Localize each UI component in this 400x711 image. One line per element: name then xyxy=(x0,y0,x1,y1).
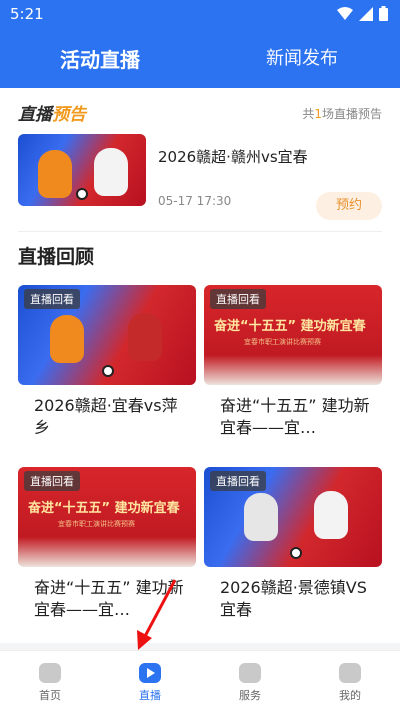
review-thumbnail: 直播回看 xyxy=(204,467,382,567)
nav-service[interactable]: 服务 xyxy=(220,663,280,703)
preview-time: 05-17 17:30 xyxy=(158,194,232,208)
preview-count: 共1场直播预告 xyxy=(302,105,382,122)
live-preview-logo: 直播 预告 xyxy=(18,100,86,125)
mascot-icon xyxy=(128,313,162,361)
tab-live[interactable]: 活动直播 xyxy=(60,44,140,73)
banner-subtext: 宜春市职工演讲比赛预赛 xyxy=(244,338,321,346)
nav-profile[interactable]: 我的 xyxy=(320,663,380,703)
top-tabs: 活动直播 新闻发布 xyxy=(0,44,400,84)
replay-badge: 直播回看 xyxy=(210,471,266,491)
review-item-title: 2026赣超·景德镇VS宜春 xyxy=(220,578,367,619)
book-button[interactable]: 预约 xyxy=(316,192,382,220)
count-suffix: 场直播预告 xyxy=(321,107,382,121)
live-play-icon xyxy=(139,663,161,683)
ball-icon xyxy=(76,188,88,200)
mascot-icon xyxy=(38,150,72,198)
replay-badge: 直播回看 xyxy=(24,289,80,309)
top-header: 5:21 活动直播 新闻发布 xyxy=(0,0,400,88)
logo-text-live: 直播 xyxy=(18,104,52,125)
review-item[interactable]: 奋进“十五五” 建功新宜春 宜春市职工演讲比赛预赛 直播回看 奋进“十五五” 建… xyxy=(204,285,382,455)
mascot-icon xyxy=(314,491,348,539)
count-prefix: 共 xyxy=(302,107,315,121)
content-card: 直播 预告 共1场直播预告 2026赣超·赣州vs宜春 05-17 17:30 … xyxy=(0,88,400,643)
mascot-icon xyxy=(244,493,278,541)
status-time: 5:21 xyxy=(10,5,44,23)
status-bar: 5:21 xyxy=(0,0,400,28)
logo-text-preview: 预告 xyxy=(52,104,86,125)
review-thumbnail: 奋进“十五五” 建功新宜春 宜春市职工演讲比赛预赛 直播回看 xyxy=(204,285,382,385)
nav-live-label: 直播 xyxy=(139,689,161,702)
nav-service-label: 服务 xyxy=(239,689,261,702)
review-item-title: 奋进“十五五” 建功新宜春——宜… xyxy=(220,396,370,437)
nav-profile-label: 我的 xyxy=(339,689,361,702)
count-number: 1 xyxy=(314,107,322,121)
mascot-icon xyxy=(50,315,84,363)
tab-news[interactable]: 新闻发布 xyxy=(266,44,338,70)
review-item-title: 奋进“十五五” 建功新宜春——宜… xyxy=(34,578,184,619)
divider xyxy=(18,231,382,232)
home-icon xyxy=(39,663,61,683)
ball-icon xyxy=(102,365,114,377)
mascot-icon xyxy=(94,148,128,196)
replay-badge: 直播回看 xyxy=(210,289,266,309)
nav-home[interactable]: 首页 xyxy=(20,663,80,703)
replay-badge: 直播回看 xyxy=(24,471,80,491)
preview-title[interactable]: 2026赣超·赣州vs宜春 xyxy=(158,146,308,167)
ball-icon xyxy=(290,547,302,559)
banner-text: 奋进“十五五” 建功新宜春 xyxy=(28,501,180,516)
review-thumbnail: 奋进“十五五” 建功新宜春 宜春市职工演讲比赛预赛 直播回看 xyxy=(18,467,196,567)
banner-subtext: 宜春市职工演讲比赛预赛 xyxy=(58,520,135,528)
profile-icon xyxy=(339,663,361,683)
battery-icon xyxy=(379,6,388,21)
nav-home-label: 首页 xyxy=(39,689,61,702)
review-item[interactable]: 直播回看 2026赣超·景德镇VS宜春 xyxy=(204,467,382,637)
service-icon xyxy=(239,663,261,683)
review-item-title: 2026赣超·宜春vs萍乡 xyxy=(34,396,178,437)
review-thumbnail: 直播回看 xyxy=(18,285,196,385)
review-item[interactable]: 直播回看 2026赣超·宜春vs萍乡 xyxy=(18,285,196,455)
nav-live[interactable]: 直播 xyxy=(120,663,180,703)
review-item[interactable]: 奋进“十五五” 建功新宜春 宜春市职工演讲比赛预赛 直播回看 奋进“十五五” 建… xyxy=(18,467,196,637)
banner-text: 奋进“十五五” 建功新宜春 xyxy=(214,319,366,334)
review-section-title: 直播回顾 xyxy=(18,246,95,268)
wifi-icon xyxy=(337,6,353,20)
status-icons xyxy=(337,6,388,21)
signal-icon xyxy=(359,6,373,21)
bottom-nav: 首页 直播 服务 我的 xyxy=(0,650,400,711)
preview-thumbnail[interactable] xyxy=(18,134,146,206)
